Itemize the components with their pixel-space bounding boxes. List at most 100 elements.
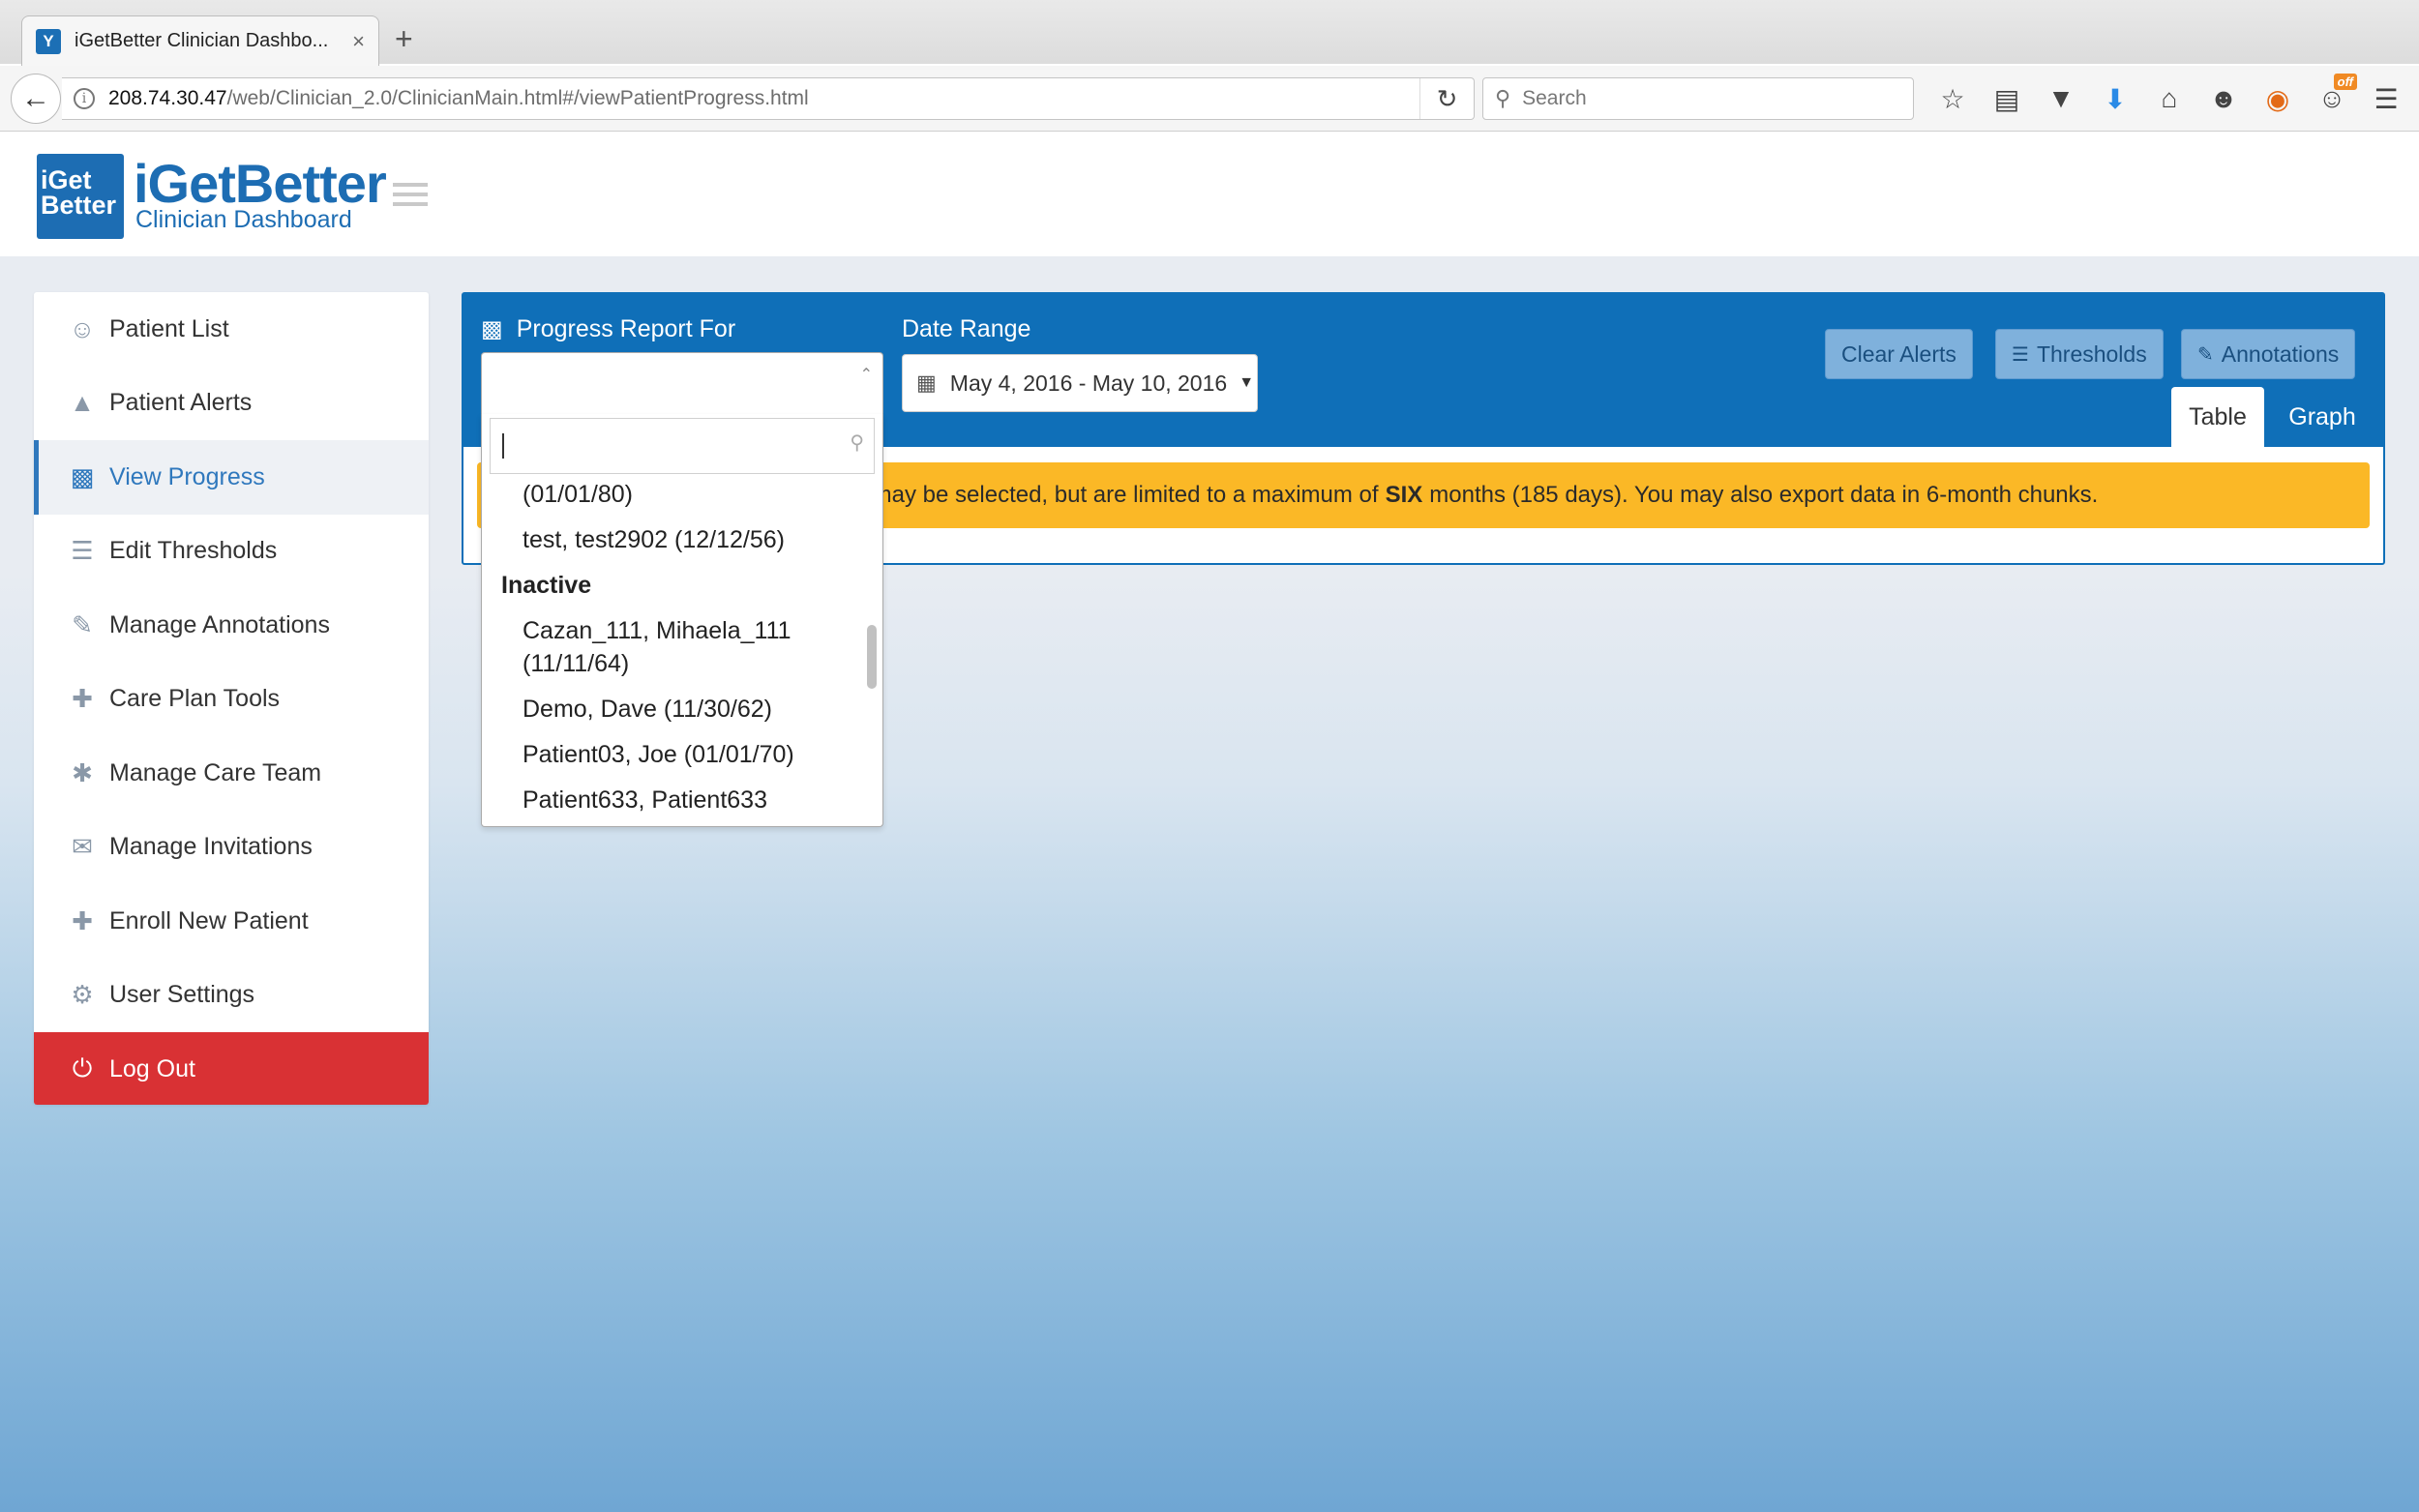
new-tab-button[interactable]: + — [395, 21, 413, 57]
color-picker-icon[interactable]: ◉ — [2251, 81, 2305, 116]
date-range-label: Date Range — [902, 315, 1031, 342]
dropdown-scroll-thumb[interactable] — [867, 625, 877, 689]
sidebar-item-label: Manage Annotations — [109, 610, 330, 638]
bar-chart-icon: ▩ — [70, 461, 95, 491]
alert-text-bold: SIX — [1385, 482, 1423, 508]
app-subtitle: Clinician Dashboard — [135, 206, 352, 233]
logo-icon: iGet Better — [37, 154, 124, 239]
sidebar-item-label: View Progress — [109, 462, 265, 490]
thresholds-button[interactable]: ☰ Thresholds — [1995, 329, 2164, 379]
sidebar-item-edit-thresholds[interactable]: ☰ Edit Thresholds — [34, 515, 429, 589]
sidebar-item-label: User Settings — [109, 981, 255, 1009]
browser-tab[interactable]: Y iGetBetter Clinician Dashbo... × — [21, 15, 379, 66]
clear-alerts-label: Clear Alerts — [1841, 341, 1956, 367]
home-icon[interactable]: ⌂ — [2142, 81, 2196, 116]
menu-icon[interactable]: ☰ — [2359, 81, 2413, 116]
list-item[interactable]: (01/01/80) — [482, 478, 857, 511]
calendar-icon: ▦ — [916, 371, 937, 395]
list-item[interactable]: test, test2902 (12/12/56) — [482, 523, 857, 556]
log-out-button[interactable]: ⏻ Log Out — [34, 1032, 429, 1105]
sidebar-item-user-settings[interactable]: ⚙ User Settings — [34, 959, 429, 1033]
arrow-left-icon: ← — [21, 82, 50, 114]
sidebar-item-care-plan-tools[interactable]: ✚ Care Plan Tools — [34, 663, 429, 737]
close-tab-icon[interactable]: × — [352, 29, 365, 54]
tab-title: iGetBetter Clinician Dashbo... — [75, 30, 329, 51]
thresholds-label: Thresholds — [2036, 341, 2147, 367]
tab-graph[interactable]: Graph — [2269, 387, 2375, 447]
list-item[interactable]: Patient03, Joe (01/01/70) — [482, 738, 857, 771]
sidebar: ☺ Patient List ▲ Patient Alerts ▩ View P… — [34, 292, 429, 1105]
sidebar-item-label: Manage Invitations — [109, 833, 313, 861]
sidebar-item-label: Log Out — [109, 1054, 195, 1082]
sidebar-item-label: Manage Care Team — [109, 758, 322, 786]
sidebar-item-manage-care-team[interactable]: ✱ Manage Care Team — [34, 736, 429, 811]
search-placeholder: Search — [1522, 87, 1587, 109]
hamburger-menu-icon[interactable] — [393, 183, 428, 206]
browser-nav-bar: ← i 208.74.30.47 /web/Clinician_2.0/Clin… — [0, 66, 2419, 132]
search-icon: ⚲ — [850, 432, 864, 454]
url-bar[interactable]: i 208.74.30.47 /web/Clinician_2.0/Clinic… — [62, 77, 1475, 120]
patient-search-input[interactable]: ⚲ — [490, 418, 875, 474]
list-icon: ☰ — [71, 536, 94, 566]
chevron-up-icon: ⌃ — [859, 367, 873, 383]
browser-search-input[interactable]: ⚲ Search — [1482, 77, 1914, 120]
pocket-icon[interactable]: ▼ — [2034, 81, 2088, 116]
sidebar-item-label: Edit Thresholds — [109, 537, 278, 565]
list-item[interactable]: Demo, Dave (11/30/62) — [482, 693, 857, 726]
download-icon[interactable]: ⬇ — [2088, 81, 2142, 116]
report-label-text: Progress Report For — [516, 315, 736, 342]
report-label: ▩ Progress Report For — [481, 315, 735, 343]
bar-chart-icon: ▩ — [481, 316, 503, 342]
caret-down-icon: ▼ — [1239, 374, 1255, 391]
annotations-button[interactable]: ✎ Annotations — [2181, 329, 2356, 379]
user-icon: ☺ — [69, 313, 96, 343]
pencil-icon: ✎ — [2197, 343, 2214, 366]
option-group-inactive: Inactive — [501, 572, 592, 599]
logo-text-line2: Better — [41, 191, 117, 220]
patient-select[interactable]: ⌃ — [481, 352, 883, 414]
sidebar-item-patient-list[interactable]: ☺ Patient List — [34, 292, 429, 367]
warning-icon: ▲ — [70, 388, 95, 418]
chat-icon[interactable]: ☻ — [2196, 81, 2251, 116]
info-icon[interactable]: i — [74, 88, 95, 109]
sidebar-item-label: Care Plan Tools — [109, 685, 281, 713]
power-icon: ⏻ — [72, 1053, 93, 1083]
sidebar-item-patient-alerts[interactable]: ▲ Patient Alerts — [34, 367, 429, 441]
date-range-picker[interactable]: ▦ May 4, 2016 - May 10, 2016 ▼ — [902, 354, 1258, 412]
search-icon: ⚲ — [1495, 86, 1511, 110]
browser-toolbar: ☆ ▤ ▼ ⬇ ⌂ ☻ ◉ ☺ off ☰ — [1926, 74, 2413, 116]
app-favicon-icon: Y — [36, 28, 61, 54]
list-item[interactable]: Patient633, Patient633 — [482, 784, 857, 816]
browser-tab-bar: Y iGetBetter Clinician Dashbo... × + — [0, 0, 2419, 66]
list-item[interactable]: Cazan_111, Mihaela_111 (11/11/64) — [482, 614, 857, 680]
reader-list-icon[interactable]: ▤ — [1980, 81, 2034, 116]
addon-icon[interactable]: ☺ off — [2305, 74, 2359, 116]
sidebar-item-manage-annotations[interactable]: ✎ Manage Annotations — [34, 588, 429, 663]
envelope-icon: ✉ — [72, 832, 93, 862]
app-header: iGet Better iGetBetter Clinician Dashboa… — [0, 133, 2419, 256]
bookmark-star-icon[interactable]: ☆ — [1926, 81, 1980, 116]
reload-icon[interactable]: ↻ — [1419, 78, 1474, 119]
alert-text-post: months (185 days). You may also export d… — [1429, 482, 2099, 508]
tab-table[interactable]: Table — [2171, 387, 2264, 447]
addon-badge: off — [2333, 74, 2357, 90]
person-icon: ✱ — [72, 757, 93, 787]
sidebar-item-label: Enroll New Patient — [109, 906, 309, 934]
medkit-icon: ✚ — [72, 684, 93, 714]
patient-dropdown: ⚲ (01/01/80) test, test2902 (12/12/56) I… — [481, 414, 883, 827]
user-plus-icon: ✚ — [72, 905, 93, 935]
url-host: 208.74.30.47 — [108, 87, 227, 109]
list-icon: ☰ — [2012, 343, 2029, 366]
clear-alerts-button[interactable]: Clear Alerts — [1825, 329, 1973, 379]
sidebar-item-view-progress[interactable]: ▩ View Progress — [34, 440, 429, 515]
url-path: /web/Clinician_2.0/ClinicianMain.html#/v… — [226, 87, 809, 109]
back-button[interactable]: ← — [11, 74, 61, 124]
alert-text-pre: s may be selected, but are limited to a … — [854, 482, 1379, 508]
logo-text-line1: iGet — [41, 165, 92, 194]
sidebar-item-manage-invitations[interactable]: ✉ Manage Invitations — [34, 811, 429, 885]
patient-option-list: (01/01/80) test, test2902 (12/12/56) Ina… — [482, 478, 857, 826]
sidebar-item-enroll-new-patient[interactable]: ✚ Enroll New Patient — [34, 884, 429, 959]
sidebar-item-label: Patient List — [109, 314, 229, 342]
annotations-label: Annotations — [2221, 341, 2340, 367]
date-range-value: May 4, 2016 - May 10, 2016 — [949, 370, 1228, 396]
